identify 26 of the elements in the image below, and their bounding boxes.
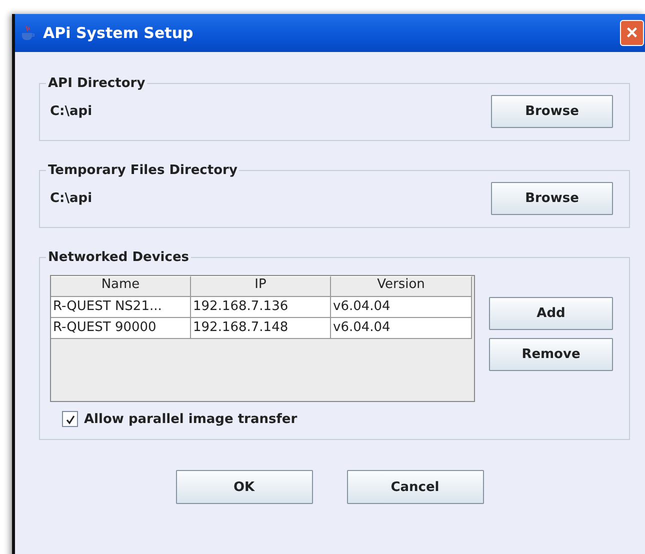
window-title: APi System Setup (43, 24, 194, 42)
table-cell: 192.168.7.136 (191, 297, 331, 318)
column-header[interactable]: Version (331, 276, 472, 297)
browse-button[interactable]: Browse (491, 95, 613, 128)
check-icon (64, 414, 76, 424)
group-title: API Directory (47, 76, 146, 91)
group-title: Networked Devices (47, 250, 190, 265)
close-button[interactable]: × (620, 20, 644, 46)
directory-path: C:\api (50, 104, 92, 119)
table-cell: v6.04.04 (331, 318, 472, 339)
directory-path: C:\api (50, 191, 92, 206)
table-cell: v6.04.04 (331, 297, 472, 318)
checkbox-label: Allow parallel image transfer (84, 412, 298, 426)
dialog-button[interactable]: Cancel (346, 470, 484, 504)
table-cell: 192.168.7.148 (191, 318, 331, 339)
dialog-button[interactable]: OK (176, 470, 312, 504)
column-header[interactable]: IP (191, 276, 331, 297)
column-header[interactable]: Name (51, 276, 191, 297)
table-cell: R-QUEST 90000 (51, 318, 191, 339)
group-title: Temporary Files Directory (47, 163, 238, 178)
browse-button[interactable]: Browse (491, 182, 613, 215)
table-cell: R-QUEST NS21... (51, 297, 191, 318)
checkbox[interactable] (62, 411, 78, 427)
coffee-cup-icon (21, 25, 35, 41)
device-button[interactable]: Remove (489, 338, 613, 371)
device-button[interactable]: Add (489, 297, 613, 330)
